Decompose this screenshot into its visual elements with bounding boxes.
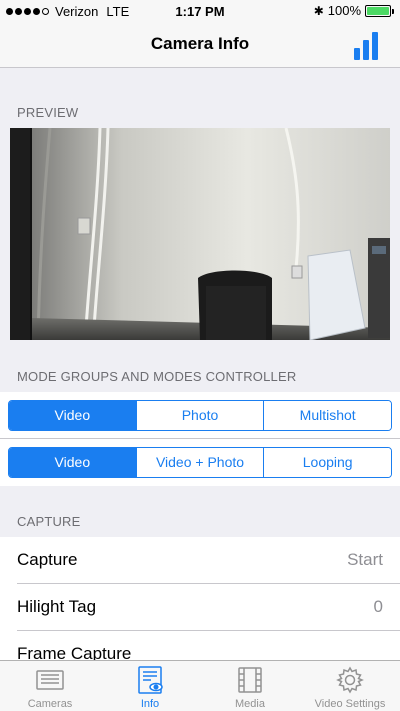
signal-bar-icon (354, 48, 360, 60)
list-icon (36, 670, 64, 690)
battery-fill (367, 6, 389, 15)
segment-video-group[interactable]: Video (9, 401, 136, 430)
tab-info[interactable]: Info (100, 661, 200, 711)
segment-video-mode[interactable]: Video (9, 448, 136, 477)
segment-photo-group[interactable]: Photo (135, 401, 264, 430)
preview-image (10, 128, 390, 340)
navigation-bar: Camera Info (0, 22, 400, 68)
segment-looping-mode[interactable]: Looping (263, 448, 391, 477)
mode-groups-row: Video Photo Multishot (0, 392, 400, 439)
battery-icon (365, 4, 394, 17)
hilight-count-value: 0 (373, 597, 383, 616)
signal-strength-button[interactable] (354, 30, 384, 60)
modes-row: Video Video + Photo Looping (0, 439, 400, 486)
capture-section-header: CAPTURE (17, 514, 81, 529)
tab-video-settings[interactable]: Video Settings (300, 661, 400, 711)
signal-bar-icon (363, 40, 369, 60)
tab-label: Video Settings (314, 698, 386, 710)
row-label: Capture (17, 550, 78, 569)
capture-start-value[interactable]: Start (347, 550, 383, 570)
signal-bar-icon (372, 32, 378, 60)
tab-label: Cameras (27, 698, 73, 710)
bluetooth-icon: ✱ (313, 3, 324, 18)
camera-preview (10, 128, 390, 340)
mode-groups-section-header: MODE GROUPS AND MODES CONTROLLER (17, 369, 297, 384)
info-icon (138, 666, 163, 694)
row-label: Hilight Tag (17, 597, 97, 616)
status-right: ✱ 100% (314, 3, 394, 18)
preview-section-header: PREVIEW (17, 105, 79, 120)
tab-bar: Cameras Info Media Video Settings (0, 660, 400, 711)
table-row-frame-capture[interactable]: Frame Capture (0, 631, 400, 660)
tab-media[interactable]: Media (200, 661, 300, 711)
row-label: Frame Capture (17, 644, 132, 660)
battery-percent: 100% (327, 3, 361, 18)
table-row-hilight-tag[interactable]: Hilight Tag 0 (0, 584, 400, 631)
gear-icon (336, 666, 364, 694)
mode-segmented-control: Video Video + Photo Looping (8, 447, 392, 478)
mode-group-segmented-control: Video Photo Multishot (8, 400, 392, 431)
capture-table: Capture Start Hilight Tag 0 Frame Captur… (0, 537, 400, 660)
page-title: Camera Info (150, 34, 250, 53)
tab-label: Media (235, 698, 265, 710)
tab-cameras[interactable]: Cameras (0, 661, 100, 711)
segment-video-photo-mode[interactable]: Video + Photo (135, 448, 264, 477)
film-icon (238, 667, 262, 693)
table-row-capture[interactable]: Capture Start (0, 537, 400, 584)
tab-label: Info (140, 698, 160, 710)
segment-multishot-group[interactable]: Multishot (263, 401, 391, 430)
status-bar: Verizon LTE 1:17 PM ✱ 100% (0, 0, 400, 22)
